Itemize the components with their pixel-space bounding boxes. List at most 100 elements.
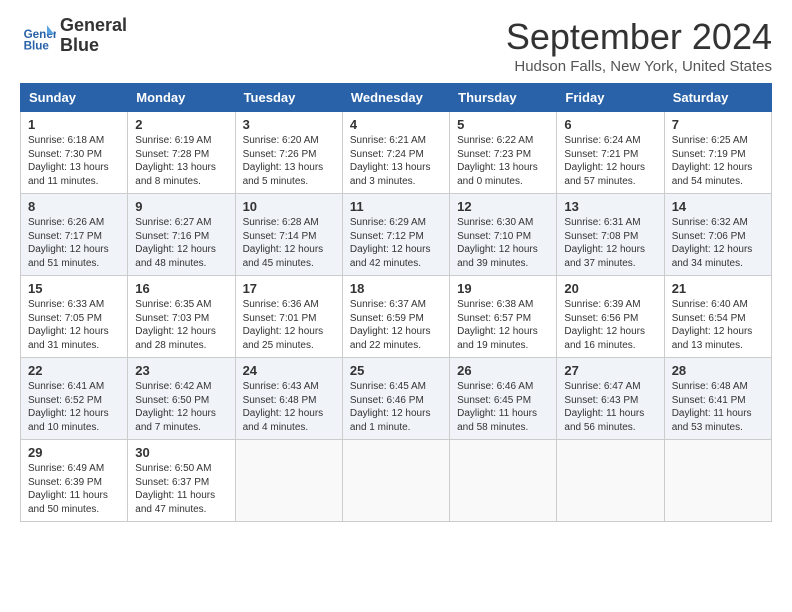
day-number: 8 xyxy=(28,199,120,214)
cell-info: Sunrise: 6:48 AM Sunset: 6:41 PM Dayligh… xyxy=(672,380,764,434)
day-header-tuesday: Tuesday xyxy=(235,84,342,112)
day-number: 5 xyxy=(457,117,549,132)
calendar-cell: 15 Sunrise: 6:33 AM Sunset: 7:05 PM Dayl… xyxy=(21,276,128,358)
calendar-table: SundayMondayTuesdayWednesdayThursdayFrid… xyxy=(20,83,772,522)
calendar-week-2: 8 Sunrise: 6:26 AM Sunset: 7:17 PM Dayli… xyxy=(21,194,772,276)
cell-info: Sunrise: 6:22 AM Sunset: 7:23 PM Dayligh… xyxy=(457,134,549,188)
calendar-week-5: 29 Sunrise: 6:49 AM Sunset: 6:39 PM Dayl… xyxy=(21,440,772,522)
day-number: 2 xyxy=(135,117,227,132)
cell-info: Sunrise: 6:29 AM Sunset: 7:12 PM Dayligh… xyxy=(350,216,442,270)
calendar-cell: 8 Sunrise: 6:26 AM Sunset: 7:17 PM Dayli… xyxy=(21,194,128,276)
logo: General Blue General Blue xyxy=(20,16,127,56)
day-number: 16 xyxy=(135,281,227,296)
calendar-cell xyxy=(664,440,771,522)
day-number: 22 xyxy=(28,363,120,378)
day-number: 15 xyxy=(28,281,120,296)
calendar-cell: 12 Sunrise: 6:30 AM Sunset: 7:10 PM Dayl… xyxy=(450,194,557,276)
calendar-cell: 11 Sunrise: 6:29 AM Sunset: 7:12 PM Dayl… xyxy=(342,194,449,276)
day-number: 24 xyxy=(243,363,335,378)
calendar-week-1: 1 Sunrise: 6:18 AM Sunset: 7:30 PM Dayli… xyxy=(21,112,772,194)
calendar-cell: 2 Sunrise: 6:19 AM Sunset: 7:28 PM Dayli… xyxy=(128,112,235,194)
day-number: 17 xyxy=(243,281,335,296)
calendar-cell: 25 Sunrise: 6:45 AM Sunset: 6:46 PM Dayl… xyxy=(342,358,449,440)
cell-info: Sunrise: 6:33 AM Sunset: 7:05 PM Dayligh… xyxy=(28,298,120,352)
calendar-cell: 17 Sunrise: 6:36 AM Sunset: 7:01 PM Dayl… xyxy=(235,276,342,358)
page-header: General Blue General Blue September 2024… xyxy=(20,16,772,75)
cell-info: Sunrise: 6:40 AM Sunset: 6:54 PM Dayligh… xyxy=(672,298,764,352)
calendar-cell xyxy=(450,440,557,522)
cell-info: Sunrise: 6:50 AM Sunset: 6:37 PM Dayligh… xyxy=(135,462,227,516)
day-header-friday: Friday xyxy=(557,84,664,112)
day-header-saturday: Saturday xyxy=(664,84,771,112)
calendar-cell: 20 Sunrise: 6:39 AM Sunset: 6:56 PM Dayl… xyxy=(557,276,664,358)
calendar-cell: 22 Sunrise: 6:41 AM Sunset: 6:52 PM Dayl… xyxy=(21,358,128,440)
day-header-thursday: Thursday xyxy=(450,84,557,112)
calendar-cell: 13 Sunrise: 6:31 AM Sunset: 7:08 PM Dayl… xyxy=(557,194,664,276)
cell-info: Sunrise: 6:30 AM Sunset: 7:10 PM Dayligh… xyxy=(457,216,549,270)
calendar-cell: 1 Sunrise: 6:18 AM Sunset: 7:30 PM Dayli… xyxy=(21,112,128,194)
calendar-header-row: SundayMondayTuesdayWednesdayThursdayFrid… xyxy=(21,84,772,112)
cell-info: Sunrise: 6:47 AM Sunset: 6:43 PM Dayligh… xyxy=(564,380,656,434)
calendar-cell: 21 Sunrise: 6:40 AM Sunset: 6:54 PM Dayl… xyxy=(664,276,771,358)
day-number: 3 xyxy=(243,117,335,132)
day-number: 14 xyxy=(672,199,764,214)
cell-info: Sunrise: 6:43 AM Sunset: 6:48 PM Dayligh… xyxy=(243,380,335,434)
calendar-cell xyxy=(342,440,449,522)
cell-info: Sunrise: 6:39 AM Sunset: 6:56 PM Dayligh… xyxy=(564,298,656,352)
calendar-week-4: 22 Sunrise: 6:41 AM Sunset: 6:52 PM Dayl… xyxy=(21,358,772,440)
cell-info: Sunrise: 6:27 AM Sunset: 7:16 PM Dayligh… xyxy=(135,216,227,270)
day-number: 11 xyxy=(350,199,442,214)
day-number: 13 xyxy=(564,199,656,214)
cell-info: Sunrise: 6:25 AM Sunset: 7:19 PM Dayligh… xyxy=(672,134,764,188)
calendar-cell xyxy=(557,440,664,522)
calendar-cell: 28 Sunrise: 6:48 AM Sunset: 6:41 PM Dayl… xyxy=(664,358,771,440)
day-number: 12 xyxy=(457,199,549,214)
day-number: 29 xyxy=(28,445,120,460)
calendar-cell: 30 Sunrise: 6:50 AM Sunset: 6:37 PM Dayl… xyxy=(128,440,235,522)
day-number: 6 xyxy=(564,117,656,132)
calendar-cell: 7 Sunrise: 6:25 AM Sunset: 7:19 PM Dayli… xyxy=(664,112,771,194)
svg-text:Blue: Blue xyxy=(24,39,50,52)
cell-info: Sunrise: 6:38 AM Sunset: 6:57 PM Dayligh… xyxy=(457,298,549,352)
day-number: 9 xyxy=(135,199,227,214)
day-number: 21 xyxy=(672,281,764,296)
cell-info: Sunrise: 6:42 AM Sunset: 6:50 PM Dayligh… xyxy=(135,380,227,434)
day-number: 7 xyxy=(672,117,764,132)
cell-info: Sunrise: 6:21 AM Sunset: 7:24 PM Dayligh… xyxy=(350,134,442,188)
day-number: 23 xyxy=(135,363,227,378)
cell-info: Sunrise: 6:24 AM Sunset: 7:21 PM Dayligh… xyxy=(564,134,656,188)
day-number: 1 xyxy=(28,117,120,132)
cell-info: Sunrise: 6:18 AM Sunset: 7:30 PM Dayligh… xyxy=(28,134,120,188)
cell-info: Sunrise: 6:20 AM Sunset: 7:26 PM Dayligh… xyxy=(243,134,335,188)
calendar-cell xyxy=(235,440,342,522)
day-number: 20 xyxy=(564,281,656,296)
day-header-sunday: Sunday xyxy=(21,84,128,112)
day-header-monday: Monday xyxy=(128,84,235,112)
calendar-cell: 9 Sunrise: 6:27 AM Sunset: 7:16 PM Dayli… xyxy=(128,194,235,276)
calendar-cell: 5 Sunrise: 6:22 AM Sunset: 7:23 PM Dayli… xyxy=(450,112,557,194)
calendar-cell: 19 Sunrise: 6:38 AM Sunset: 6:57 PM Dayl… xyxy=(450,276,557,358)
day-number: 28 xyxy=(672,363,764,378)
day-number: 19 xyxy=(457,281,549,296)
calendar-cell: 14 Sunrise: 6:32 AM Sunset: 7:06 PM Dayl… xyxy=(664,194,771,276)
calendar-cell: 29 Sunrise: 6:49 AM Sunset: 6:39 PM Dayl… xyxy=(21,440,128,522)
month-title: September 2024 xyxy=(506,16,772,58)
day-number: 30 xyxy=(135,445,227,460)
day-number: 18 xyxy=(350,281,442,296)
cell-info: Sunrise: 6:19 AM Sunset: 7:28 PM Dayligh… xyxy=(135,134,227,188)
day-number: 10 xyxy=(243,199,335,214)
cell-info: Sunrise: 6:36 AM Sunset: 7:01 PM Dayligh… xyxy=(243,298,335,352)
calendar-cell: 4 Sunrise: 6:21 AM Sunset: 7:24 PM Dayli… xyxy=(342,112,449,194)
cell-info: Sunrise: 6:32 AM Sunset: 7:06 PM Dayligh… xyxy=(672,216,764,270)
cell-info: Sunrise: 6:26 AM Sunset: 7:17 PM Dayligh… xyxy=(28,216,120,270)
cell-info: Sunrise: 6:35 AM Sunset: 7:03 PM Dayligh… xyxy=(135,298,227,352)
day-number: 25 xyxy=(350,363,442,378)
logo-line1: General xyxy=(60,16,127,36)
logo-line2: Blue xyxy=(60,36,127,56)
day-header-wednesday: Wednesday xyxy=(342,84,449,112)
title-area: September 2024 Hudson Falls, New York, U… xyxy=(506,16,772,75)
cell-info: Sunrise: 6:46 AM Sunset: 6:45 PM Dayligh… xyxy=(457,380,549,434)
calendar-week-3: 15 Sunrise: 6:33 AM Sunset: 7:05 PM Dayl… xyxy=(21,276,772,358)
cell-info: Sunrise: 6:31 AM Sunset: 7:08 PM Dayligh… xyxy=(564,216,656,270)
location: Hudson Falls, New York, United States xyxy=(506,58,772,75)
